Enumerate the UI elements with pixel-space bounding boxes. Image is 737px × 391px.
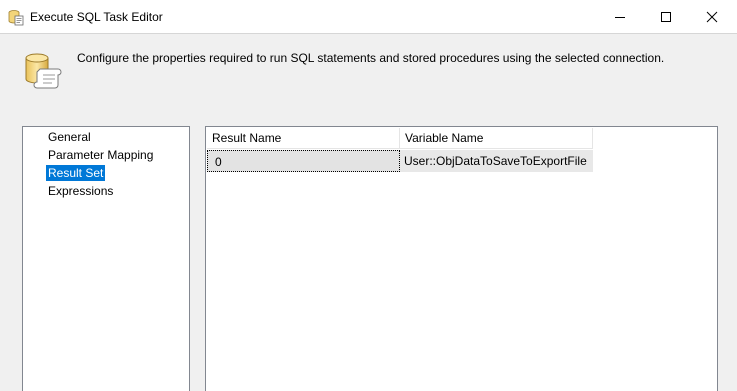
column-header-variable-name[interactable]: Variable Name <box>400 128 593 149</box>
window-title: Execute SQL Task Editor <box>30 10 163 24</box>
result-set-grid[interactable]: Result Name Variable Name 0 User::ObjDat… <box>205 126 718 391</box>
sql-task-scroll-icon <box>25 53 62 89</box>
close-button[interactable] <box>689 0 735 34</box>
nav-item-general[interactable]: General <box>46 129 93 145</box>
variable-name-cell[interactable]: User::ObjDataToSaveToExportFile <box>400 150 593 172</box>
page-nav-list[interactable]: General Parameter Mapping Result Set Exp… <box>22 126 190 391</box>
nav-item-parameter-mapping[interactable]: Parameter Mapping <box>46 147 155 163</box>
editor-header: Configure the properties required to run… <box>0 34 737 104</box>
header-description: Configure the properties required to run… <box>77 51 665 65</box>
minimize-icon <box>615 17 625 18</box>
maximize-button[interactable] <box>643 0 689 34</box>
title-bar[interactable]: Execute SQL Task Editor <box>0 0 737 34</box>
maximize-icon <box>661 12 671 22</box>
result-name-cell[interactable]: 0 <box>207 150 400 172</box>
nav-item-expressions[interactable]: Expressions <box>46 183 115 199</box>
close-icon <box>706 11 718 23</box>
column-header-result-name[interactable]: Result Name <box>207 128 400 149</box>
nav-item-result-set[interactable]: Result Set <box>46 165 106 181</box>
minimize-button[interactable] <box>597 0 643 34</box>
sql-task-app-icon <box>8 10 24 26</box>
execute-sql-task-editor-window: Execute SQL Task Editor Configure the pr… <box>0 0 737 391</box>
